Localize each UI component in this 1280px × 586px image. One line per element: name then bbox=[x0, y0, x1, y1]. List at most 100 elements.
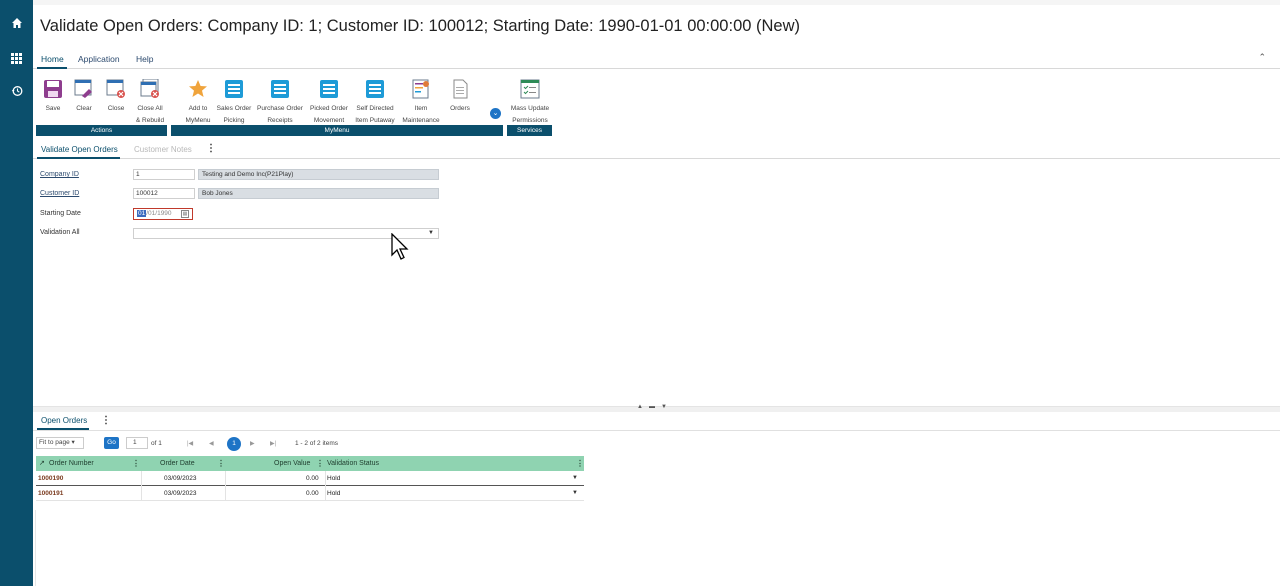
group-actions: Actions bbox=[36, 125, 167, 136]
next-page-icon[interactable]: ▶ bbox=[250, 440, 255, 447]
open-orders-more-icon[interactable]: ⋮ bbox=[101, 415, 111, 426]
history-icon[interactable] bbox=[0, 79, 33, 103]
cell-divider bbox=[141, 471, 142, 486]
customer-name-field: Bob Jones bbox=[198, 188, 439, 199]
cell-divider bbox=[325, 471, 326, 486]
current-page-button[interactable]: 1 bbox=[227, 437, 241, 451]
orders-label: Orders bbox=[450, 105, 470, 112]
cell-divider bbox=[325, 486, 326, 501]
purchase-order-receipts-button[interactable]: Purchase Order Receipts bbox=[256, 78, 304, 127]
item-maintenance-icon bbox=[410, 78, 432, 100]
tabs-more-icon[interactable]: ⋮ bbox=[206, 143, 216, 154]
ribbon-toolbar: Save Clear Close Close All & Rebuild Add… bbox=[33, 72, 593, 142]
chevron-down-icon[interactable]: ▼ bbox=[428, 230, 434, 236]
table-row[interactable]: 1000191 03/09/2023 0.00 Hold ▼ bbox=[36, 486, 584, 501]
picked-order-movement-label-1: Picked Order bbox=[310, 105, 348, 112]
home-icon[interactable] bbox=[0, 11, 33, 35]
column-menu-icon[interactable]: ⋮ bbox=[576, 456, 584, 471]
close-all-icon bbox=[139, 78, 161, 100]
close-all-rebuild-button[interactable]: Close All & Rebuild bbox=[130, 78, 170, 127]
document-icon bbox=[449, 78, 471, 100]
checklist-icon bbox=[519, 78, 541, 100]
clear-icon bbox=[73, 78, 95, 100]
starting-date-rest: /01/1990 bbox=[146, 210, 172, 217]
pane-splitter[interactable]: ▲▬▼ bbox=[33, 404, 1280, 412]
company-name-field: Testing and Demo Inc(P21Play) bbox=[198, 169, 439, 180]
mass-update-permissions-button[interactable]: Mass Update Permissions bbox=[507, 78, 553, 127]
validation-status-cell[interactable]: Hold bbox=[327, 486, 340, 501]
grid-header: ↗ Order Number ⋮ Order Date ⋮ Open Value… bbox=[36, 456, 584, 471]
left-nav bbox=[0, 0, 33, 586]
tab-active-underline bbox=[37, 157, 120, 159]
company-id-input[interactable]: 1 bbox=[133, 169, 195, 180]
fit-to-page-select[interactable]: Fit to page ▾ bbox=[36, 437, 84, 449]
top-strip bbox=[33, 0, 1280, 5]
add-to-mymenu-label-1: Add to bbox=[188, 105, 208, 112]
customer-id-label[interactable]: Customer ID bbox=[40, 190, 79, 197]
column-header-open-value[interactable]: Open Value bbox=[274, 456, 310, 471]
splitter-arrows-icon[interactable]: ▲▬▼ bbox=[637, 404, 673, 410]
company-id-label[interactable]: Company ID bbox=[40, 171, 79, 178]
close-all-label-1: Close All bbox=[137, 105, 163, 112]
tab-validate-open-orders[interactable]: Validate Open Orders bbox=[41, 145, 118, 154]
order-number-cell[interactable]: 1000190 bbox=[38, 471, 63, 486]
order-date-cell: 03/09/2023 bbox=[164, 475, 197, 482]
form-tabs: Validate Open Orders Customer Notes ⋮ bbox=[33, 142, 1280, 159]
add-to-mymenu-button[interactable]: Add to MyMenu bbox=[178, 78, 218, 127]
menu-active-underline bbox=[37, 67, 67, 69]
column-header-validation-status[interactable]: Validation Status bbox=[327, 456, 379, 471]
order-number-cell[interactable]: 1000191 bbox=[38, 486, 63, 501]
items-count-text: 1 - 2 of 2 items bbox=[295, 440, 338, 447]
mouse-cursor-icon bbox=[391, 233, 409, 260]
cell-divider bbox=[225, 486, 226, 501]
save-icon bbox=[42, 78, 64, 100]
column-menu-icon[interactable]: ⋮ bbox=[217, 456, 225, 471]
cell-divider bbox=[141, 486, 142, 501]
collapse-ribbon-icon[interactable]: ⌃ bbox=[1258, 52, 1266, 63]
page-count-text: of 1 bbox=[151, 440, 162, 447]
starting-date-label: Starting Date bbox=[40, 210, 81, 217]
customer-id-input[interactable]: 100012 bbox=[133, 188, 195, 199]
menu-help[interactable]: Help bbox=[136, 54, 153, 64]
open-value-cell: 0.00 bbox=[306, 475, 319, 482]
column-menu-icon[interactable]: ⋮ bbox=[132, 456, 140, 471]
orders-button[interactable]: Orders bbox=[440, 78, 480, 115]
menu-home[interactable]: Home bbox=[41, 54, 64, 64]
tab-open-orders[interactable]: Open Orders bbox=[41, 416, 87, 425]
picked-order-movement-button[interactable]: Picked Order Movement bbox=[307, 78, 351, 127]
column-header-order-number[interactable]: Order Number bbox=[49, 456, 94, 471]
item-maintenance-button[interactable]: Item Maintenance bbox=[399, 78, 443, 127]
star-icon bbox=[187, 78, 209, 100]
column-header-order-date[interactable]: Order Date bbox=[160, 456, 195, 471]
go-button[interactable]: Go bbox=[104, 437, 119, 449]
cell-divider bbox=[225, 471, 226, 486]
group-services: Services bbox=[507, 125, 552, 136]
open-orders-divider bbox=[33, 430, 1280, 431]
grid-left-border bbox=[35, 510, 36, 586]
external-link-icon[interactable]: ↗ bbox=[39, 456, 45, 471]
column-menu-icon[interactable]: ⋮ bbox=[316, 456, 324, 471]
table-row[interactable]: 1000190 03/09/2023 0.00 Hold ▼ bbox=[36, 471, 584, 486]
validation-status-cell[interactable]: Hold bbox=[327, 471, 340, 486]
apps-grid-icon[interactable] bbox=[0, 46, 33, 70]
open-value-cell: 0.00 bbox=[306, 490, 319, 497]
close-window-icon bbox=[105, 78, 127, 100]
starting-date-input[interactable]: 01/01/1990 ▦ bbox=[133, 208, 193, 220]
starting-date-selected-part: 01 bbox=[137, 210, 147, 217]
last-page-icon[interactable]: ▶| bbox=[270, 440, 276, 447]
ribbon-more-chevron-icon[interactable]: ⌄ bbox=[490, 108, 501, 119]
prev-page-icon[interactable]: ◀ bbox=[209, 440, 214, 447]
menu-application[interactable]: Application bbox=[78, 54, 120, 64]
page-number-input[interactable]: 1 bbox=[126, 437, 148, 449]
chevron-down-icon[interactable]: ▼ bbox=[572, 471, 578, 486]
calendar-icon[interactable]: ▦ bbox=[181, 210, 189, 218]
sales-order-picking-button[interactable]: Sales Order Picking bbox=[214, 78, 254, 127]
chevron-down-icon[interactable]: ▼ bbox=[572, 486, 578, 501]
self-directed-item-putaway-button[interactable]: Self Directed Item Putaway bbox=[352, 78, 398, 127]
open-orders-grid: ↗ Order Number ⋮ Order Date ⋮ Open Value… bbox=[36, 456, 584, 501]
sales-order-picking-label-1: Sales Order bbox=[216, 105, 252, 112]
first-page-icon[interactable]: |◀ bbox=[187, 440, 193, 447]
self-directed-label-1: Self Directed bbox=[356, 105, 394, 112]
item-maintenance-label-1: Item bbox=[414, 105, 428, 112]
tab-customer-notes[interactable]: Customer Notes bbox=[134, 145, 192, 154]
